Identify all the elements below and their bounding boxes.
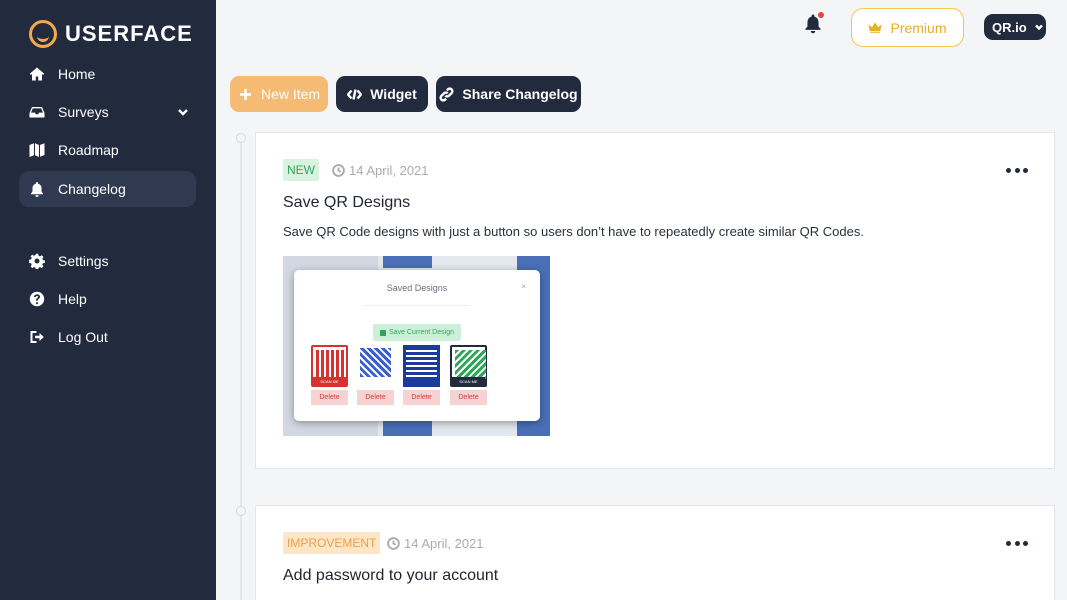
sidebar-item-surveys[interactable]: Surveys <box>19 94 196 130</box>
sidebar-item-roadmap[interactable]: Roadmap <box>19 132 196 168</box>
account-name: QR.io <box>992 19 1027 35</box>
entry-title: Add password to your account <box>283 567 499 584</box>
account-switcher[interactable]: QR.io <box>984 14 1046 40</box>
notifications-bell-icon[interactable] <box>804 12 824 36</box>
floppy-icon <box>380 329 386 336</box>
sidebar-item-label: Settings <box>58 253 109 269</box>
sidebar-item-label: Changelog <box>58 181 126 197</box>
qr-thumbnail: SCAN ME <box>311 345 348 387</box>
sidebar-item-label: Log Out <box>58 329 108 345</box>
notification-dot <box>818 12 824 18</box>
more-options-icon[interactable] <box>1006 160 1028 180</box>
sidebar: USERFACE Home Surveys Roadmap Changelog … <box>0 0 216 600</box>
qr-code-icon <box>455 350 486 379</box>
new-item-button[interactable]: New Item <box>230 76 328 112</box>
timeline-line <box>240 143 242 600</box>
changelog-entry: IMPROVEMENT 14 April, 2021 Add password … <box>255 505 1055 600</box>
premium-label: Premium <box>890 19 947 36</box>
plus-icon <box>239 88 251 100</box>
entry-description: Save QR Code designs with just a button … <box>283 224 864 239</box>
sidebar-item-home[interactable]: Home <box>19 56 196 92</box>
qr-thumbnail <box>357 345 394 387</box>
timeline-dot <box>236 133 246 143</box>
qr-caption: SCAN ME <box>452 377 485 385</box>
link-icon <box>439 86 454 102</box>
entry-date: 14 April, 2021 <box>332 159 429 181</box>
entry-date-text: 14 April, 2021 <box>404 535 484 551</box>
bell-icon <box>29 181 45 197</box>
status-badge: NEW <box>283 159 319 181</box>
gear-icon <box>29 253 45 269</box>
sidebar-item-settings[interactable]: Settings <box>19 243 196 279</box>
delete-button: Delete <box>311 390 348 405</box>
crown-icon <box>868 22 882 33</box>
clock-icon <box>332 163 345 177</box>
saved-designs-modal: Saved Designs × Save Current Design SCAN… <box>294 270 540 421</box>
qr-caption: SCAN ME <box>313 377 346 385</box>
logo[interactable]: USERFACE <box>29 20 193 48</box>
qr-thumbnail: SCAN ME <box>450 345 487 387</box>
sidebar-item-label: Surveys <box>58 104 109 120</box>
widget-button[interactable]: Widget <box>336 76 428 112</box>
smile-logo-icon <box>29 20 57 48</box>
changelog-entry: NEW 14 April, 2021 Save QR Designs Save … <box>255 132 1055 469</box>
sidebar-item-logout[interactable]: Log Out <box>19 319 196 355</box>
share-changelog-button[interactable]: Share Changelog <box>436 76 581 112</box>
qr-code-icon <box>406 348 437 377</box>
status-badge: IMPROVEMENT <box>283 532 381 554</box>
save-current-design-label: Save Current Design <box>389 329 454 336</box>
entry-date: 14 April, 2021 <box>387 532 484 554</box>
logout-icon <box>29 329 45 345</box>
timeline-dot <box>236 506 246 516</box>
modal-title: Saved Designs <box>386 283 448 293</box>
entry-screenshot: Saved Designs × Save Current Design SCAN… <box>283 256 550 436</box>
more-options-icon[interactable] <box>1006 533 1028 553</box>
entry-title: Save QR Designs <box>283 194 411 211</box>
clock-icon <box>387 536 400 550</box>
save-current-design-button: Save Current Design <box>373 324 461 341</box>
qr-thumbnail <box>403 345 440 387</box>
new-item-label: New Item <box>260 86 321 102</box>
chevron-down-icon <box>1034 24 1043 31</box>
map-icon <box>29 142 45 158</box>
sidebar-item-label: Roadmap <box>58 142 119 158</box>
sidebar-item-label: Help <box>58 291 87 307</box>
delete-button: Delete <box>403 390 440 405</box>
entry-date-text: 14 April, 2021 <box>349 162 429 178</box>
delete-button: Delete <box>357 390 394 405</box>
question-icon <box>29 291 45 307</box>
qr-code-icon <box>360 348 391 377</box>
premium-button[interactable]: Premium <box>851 8 964 47</box>
background-panel <box>383 256 432 268</box>
close-icon: × <box>521 282 526 291</box>
inbox-icon <box>29 104 45 120</box>
home-icon <box>29 66 45 82</box>
brand-name: USERFACE <box>65 21 193 46</box>
qr-code-icon <box>316 350 347 379</box>
share-changelog-label: Share Changelog <box>462 86 578 102</box>
sidebar-item-changelog[interactable]: Changelog <box>19 171 196 207</box>
background-panel <box>383 421 432 436</box>
sidebar-item-help[interactable]: Help <box>19 281 196 317</box>
divider <box>364 305 470 306</box>
sidebar-item-label: Home <box>58 66 96 82</box>
delete-button: Delete <box>450 390 487 405</box>
code-icon <box>347 88 363 100</box>
widget-label: Widget <box>370 86 417 102</box>
chevron-down-icon[interactable] <box>176 105 190 119</box>
